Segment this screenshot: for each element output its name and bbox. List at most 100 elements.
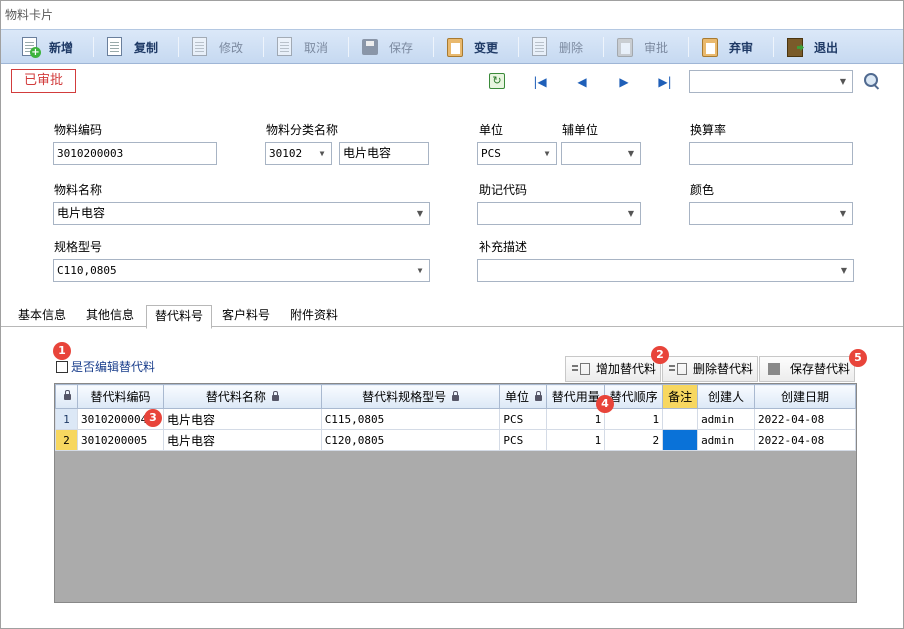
tab-attachments[interactable]: 附件资料 (283, 305, 345, 327)
first-record-button[interactable]: |◀ (531, 73, 549, 91)
cell-order[interactable]: 1 (604, 408, 664, 430)
save-button[interactable]: 保存 (359, 34, 413, 60)
col-header-spec[interactable]: 替代料规格型号 (320, 384, 501, 409)
last-record-button[interactable]: ▶| (656, 73, 674, 91)
refresh-icon[interactable]: ↻ (489, 73, 505, 89)
edit-substitute-checkbox[interactable] (56, 361, 68, 373)
col-header-unit[interactable]: 单位 (499, 384, 548, 409)
unit-select[interactable]: PCS ▼ (477, 142, 557, 165)
col-header-date[interactable]: 创建日期 (754, 384, 856, 409)
copy-button-label: 复制 (134, 40, 159, 55)
save-substitute-button[interactable]: 保存替代料 (759, 356, 855, 382)
table-row[interactable]: 2 3010200005 电片电容 C120,0805 PCS 1 2 admi… (55, 429, 856, 451)
save-button-label: 保存 (389, 40, 414, 55)
chevron-down-icon: ▼ (416, 209, 424, 218)
cell-spec[interactable]: C120,0805 (320, 429, 501, 451)
row-number[interactable]: 1 (55, 408, 78, 430)
cell-name[interactable]: 电片电容 (162, 408, 322, 430)
cell-date[interactable]: 2022-04-08 (754, 429, 856, 451)
lock-icon (451, 390, 459, 401)
new-button[interactable]: + 新增 (19, 34, 73, 60)
material-code-field[interactable]: 3010200003 (53, 142, 217, 165)
tab-customer-parts[interactable]: 客户料号 (215, 305, 277, 327)
exit-button[interactable]: 退出 (784, 34, 838, 60)
change-button[interactable]: 变更 (444, 34, 498, 60)
cell-order[interactable]: 2 (604, 429, 664, 451)
copy-button[interactable]: 复制 (104, 34, 158, 60)
exit-button-label: 退出 (814, 40, 839, 55)
row-number[interactable]: 2 (55, 429, 78, 451)
new-button-label: 新增 (49, 40, 74, 55)
cell-qty[interactable]: 1 (546, 408, 606, 430)
cancel-button[interactable]: 取消 (274, 34, 328, 60)
cell-date[interactable]: 2022-04-08 (754, 408, 856, 430)
next-record-button[interactable]: ▶ (615, 73, 633, 91)
cell-creator[interactable]: admin (697, 429, 756, 451)
spec-model-select[interactable]: C110,0805 ▼ (53, 259, 430, 282)
delete-row-icon (669, 363, 687, 375)
cell-unit[interactable]: PCS (499, 429, 548, 451)
abandon-button[interactable]: 弃审 (699, 34, 753, 60)
change-button-label: 变更 (474, 40, 499, 55)
lock-icon (534, 390, 542, 401)
material-name-select[interactable]: 电片电容 ▼ (53, 202, 430, 225)
abandon-button-label: 弃审 (729, 40, 754, 55)
supplement-select[interactable]: ▼ (477, 259, 854, 282)
search-icon[interactable] (864, 73, 880, 89)
lock-icon (271, 390, 279, 401)
color-select[interactable]: ▼ (689, 202, 853, 225)
cell-note-selected[interactable] (662, 429, 699, 451)
category-code-value: 30102 (269, 147, 303, 160)
exit-door-icon (784, 36, 806, 58)
aux-unit-label: 辅单位 (562, 123, 599, 137)
tab-basic-info[interactable]: 基本信息 (11, 305, 73, 327)
col-header-creator[interactable]: 创建人 (697, 384, 756, 409)
cell-code[interactable]: 3010200005 (76, 429, 164, 451)
prev-record-button[interactable]: ◀ (573, 73, 591, 91)
table-row[interactable]: 1 3010200004 电片电容 C115,0805 PCS 1 1 admi… (55, 408, 856, 430)
chevron-down-icon: ▼ (627, 149, 635, 158)
marker-badge: 4 (596, 395, 614, 413)
chevron-down-icon: ▼ (319, 149, 325, 158)
mnemonic-code-select[interactable]: ▼ (477, 202, 641, 225)
col-header-code[interactable]: 替代料编码 (76, 384, 164, 409)
conversion-rate-field[interactable] (689, 142, 853, 165)
delete-button[interactable]: 删除 (529, 34, 583, 60)
delete-substitute-button[interactable]: 删除替代料 (662, 356, 758, 382)
toolbar-divider (178, 37, 179, 57)
chevron-down-icon: ▼ (627, 209, 635, 218)
toolbar-divider (348, 37, 349, 57)
tab-substitute-parts[interactable]: 替代料号 (146, 305, 212, 329)
col-header-note[interactable]: 备注 (662, 384, 699, 409)
approve-button[interactable]: 审批 (614, 34, 668, 60)
edit-button[interactable]: 修改 (189, 34, 243, 60)
lock-icon (63, 390, 71, 400)
category-code-select[interactable]: 30102 ▼ (265, 142, 332, 165)
cell-creator[interactable]: admin (697, 408, 756, 430)
clipboard-icon (444, 36, 466, 58)
add-substitute-button[interactable]: 增加替代料 (565, 356, 661, 382)
col-header-name[interactable]: 替代料名称 (162, 384, 322, 409)
cell-spec[interactable]: C115,0805 (320, 408, 501, 430)
edit-icon (189, 36, 211, 58)
abandon-icon (699, 36, 721, 58)
spec-model-value: C110,0805 (57, 264, 117, 277)
delete-button-label: 删除 (559, 40, 584, 55)
cancel-button-label: 取消 (304, 40, 329, 55)
status-badge: 已审批 (11, 69, 76, 93)
tab-other-info[interactable]: 其他信息 (79, 305, 141, 327)
record-select[interactable]: ▼ (689, 70, 853, 93)
category-name-label: 物料分类名称 (266, 123, 339, 137)
cell-note[interactable] (662, 408, 699, 430)
cell-unit[interactable]: PCS (499, 408, 548, 430)
new-doc-icon: + (19, 36, 41, 58)
cell-qty[interactable]: 1 (546, 429, 606, 451)
chevron-down-icon: ▼ (544, 149, 550, 158)
toolbar-divider (773, 37, 774, 57)
unit-label: 单位 (479, 123, 504, 137)
unit-value: PCS (481, 147, 501, 160)
aux-unit-select[interactable]: ▼ (561, 142, 641, 165)
category-name-field[interactable]: 电片电容 (339, 142, 429, 165)
cell-name[interactable]: 电片电容 (162, 429, 322, 451)
approve-button-label: 审批 (644, 40, 669, 55)
